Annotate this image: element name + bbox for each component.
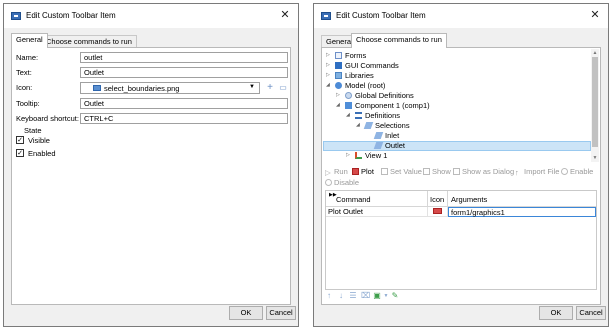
visible-label: Visible	[28, 136, 50, 145]
delete-rows-icon[interactable]: ☰	[349, 292, 357, 300]
column-header-icon[interactable]: Icon	[428, 191, 448, 207]
tab-general[interactable]: General	[11, 33, 48, 48]
commands-table: ▶▶ Command Icon Arguments Plot Outlet fo…	[325, 190, 597, 290]
view-icon	[355, 152, 362, 159]
expand-icon[interactable]: ▷	[346, 151, 352, 160]
edit-toolbar-item-dialog-general: Edit Custom Toolbar Item ✕ General Choos…	[3, 3, 299, 327]
ok-button[interactable]: OK	[229, 306, 263, 320]
plot-icon	[352, 168, 359, 175]
cancel-button[interactable]: Cancel	[576, 306, 606, 320]
icon-select-value: select_boundaries.png	[104, 84, 180, 93]
selection-icon	[373, 132, 384, 139]
browse-icon-button[interactable]: ▭	[277, 82, 289, 94]
tab-choose-commands[interactable]: Choose commands to run	[351, 33, 447, 48]
move-up-icon[interactable]: ↑	[325, 292, 333, 300]
enabled-label: Enabled	[28, 149, 56, 158]
icon-select[interactable]: select_boundaries.png ▼	[80, 82, 260, 94]
scrollbar-thumb[interactable]	[592, 57, 598, 147]
collapse-icon[interactable]: ◢	[326, 81, 332, 90]
chevron-down-icon: ▼	[249, 84, 255, 90]
commands-panel: ▷ Forms ▷ GUI Commands ▷ Libraries ◢ Mod…	[321, 47, 601, 305]
cancel-button[interactable]: Cancel	[266, 306, 296, 320]
add-icon-button[interactable]: +	[264, 82, 276, 94]
name-field[interactable]: outlet	[80, 52, 288, 63]
selected-row-highlight	[323, 141, 591, 151]
move-down-icon[interactable]: ↓	[337, 292, 345, 300]
title-bar: Edit Custom Toolbar Item ✕	[4, 4, 298, 28]
play-icon: ▷	[325, 168, 331, 177]
collapse-icon[interactable]: ◢	[356, 121, 362, 130]
text-field[interactable]: Outlet	[80, 67, 288, 78]
set-value-button[interactable]: Set Value	[381, 167, 422, 176]
selections-icon	[363, 122, 374, 129]
import-file-button[interactable]: ↑ Import File	[515, 167, 559, 177]
disable-button[interactable]: Disable	[325, 178, 359, 187]
general-panel: Name: outlet Text: Outlet Icon: select_b…	[11, 47, 291, 305]
tree-scrollbar[interactable]: ▲ ▼	[591, 49, 599, 162]
app-window-icon	[321, 12, 331, 20]
collapse-icon[interactable]: ◢	[346, 111, 352, 120]
edit-toolbar-item-dialog-commands: Edit Custom Toolbar Item ✕ General Choos…	[313, 3, 609, 327]
command-tree: ▷ Forms ▷ GUI Commands ▷ Libraries ◢ Mod…	[323, 49, 599, 162]
close-button[interactable]: ✕	[588, 8, 602, 22]
add-command-icon[interactable]: ▣	[373, 292, 381, 300]
window-icon	[423, 168, 430, 175]
table-row-icon-cell[interactable]	[428, 207, 448, 217]
enable-icon	[561, 168, 568, 175]
disable-icon	[325, 179, 332, 186]
pencil-icon	[381, 168, 388, 175]
shortcut-label: Keyboard shortcut:	[16, 114, 79, 123]
expand-icon[interactable]: ▷	[336, 91, 342, 100]
icon-label: Icon:	[16, 83, 33, 92]
column-header-command[interactable]: ▶▶ Command	[326, 191, 428, 207]
edit-icon[interactable]: ✎	[391, 292, 399, 300]
libraries-icon	[335, 72, 342, 79]
enable-button[interactable]: Enable	[561, 167, 593, 176]
tab-choose-commands[interactable]: Choose commands to run	[41, 35, 137, 47]
import-icon: ↑	[515, 168, 519, 177]
column-header-arguments[interactable]: Arguments	[448, 191, 596, 207]
global-definitions-icon	[345, 92, 352, 99]
table-row-arguments[interactable]: form1/graphics1	[448, 207, 596, 217]
scroll-up-icon[interactable]: ▲	[592, 50, 598, 56]
keyboard-shortcut-field[interactable]: CTRL+C	[80, 113, 288, 124]
close-button[interactable]: ✕	[278, 8, 292, 22]
plot-icon	[433, 208, 442, 214]
name-label: Name:	[16, 53, 39, 62]
gui-commands-icon	[335, 62, 342, 69]
expand-icon[interactable]: ▷	[326, 71, 332, 80]
component-icon	[345, 102, 352, 109]
title-bar: Edit Custom Toolbar Item ✕	[314, 4, 608, 28]
app-window-icon	[11, 12, 21, 20]
text-label: Text:	[16, 68, 32, 77]
forms-icon	[335, 52, 342, 59]
tooltip-label: Tooltip:	[16, 99, 40, 108]
edit-node-icon[interactable]: ⌧	[361, 292, 370, 300]
visible-checkbox[interactable]: ✓	[16, 136, 24, 144]
dialog-icon	[453, 168, 460, 175]
ok-button[interactable]: OK	[539, 306, 573, 320]
tooltip-field[interactable]: Outlet	[80, 98, 288, 109]
table-row-command[interactable]: Plot Outlet	[326, 207, 428, 217]
show-as-dialog-button[interactable]: Show as Dialog	[453, 167, 514, 176]
chevron-down-icon[interactable]: ▼	[382, 292, 390, 300]
dialog-title: Edit Custom Toolbar Item	[26, 11, 116, 20]
definitions-icon	[355, 112, 362, 119]
show-button[interactable]: Show	[423, 167, 451, 176]
collapse-icon[interactable]: ◢	[336, 101, 342, 110]
dialog-title: Edit Custom Toolbar Item	[336, 11, 426, 20]
model-icon	[335, 82, 342, 89]
image-file-icon	[93, 85, 101, 91]
state-group: ✓ Visible ✓ Enabled	[16, 134, 284, 160]
scroll-down-icon[interactable]: ▼	[592, 155, 598, 161]
run-button[interactable]: ▷ Run	[325, 167, 348, 177]
expand-icon[interactable]: ▷	[326, 61, 332, 70]
enabled-checkbox[interactable]: ✓	[16, 149, 24, 157]
expand-icon[interactable]: ▷	[326, 51, 332, 60]
plot-button[interactable]: Plot	[352, 167, 374, 176]
